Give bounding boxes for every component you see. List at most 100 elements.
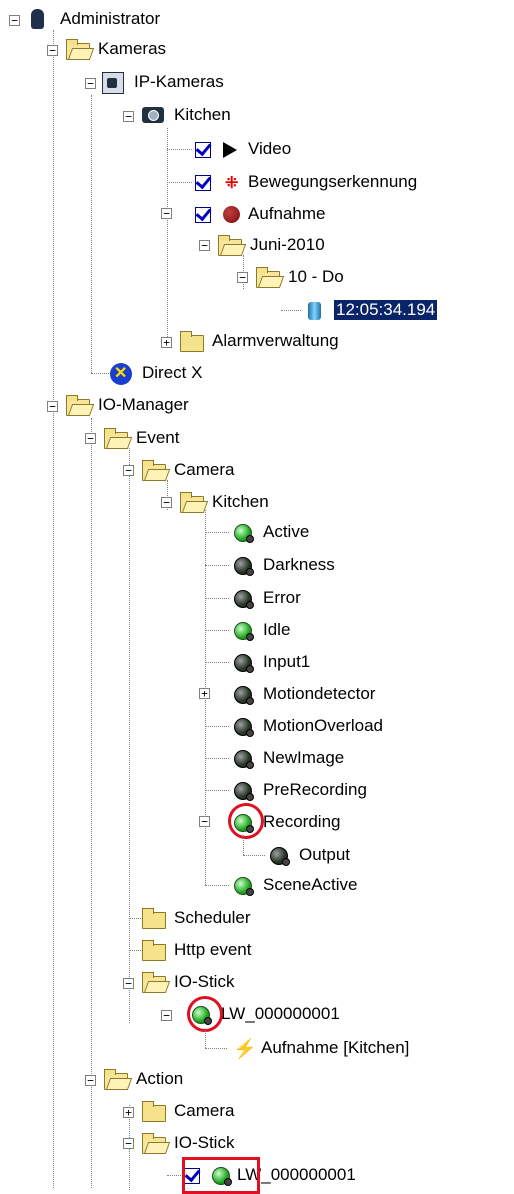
collapse-toggle[interactable]: − (85, 78, 96, 89)
node-label-selected: 12:05:34.194 (332, 299, 439, 321)
folder-open-icon (64, 37, 90, 61)
tree-node-action[interactable]: Action (102, 1065, 185, 1093)
collapse-toggle[interactable]: − (199, 816, 210, 827)
tree-node-action-io-stick[interactable]: IO-Stick (140, 1129, 236, 1157)
tree-node-action-camera[interactable]: Camera (140, 1097, 236, 1125)
checkbox-checked-icon[interactable] (192, 170, 218, 194)
status-green-icon (229, 618, 255, 642)
status-dark-icon (229, 682, 255, 706)
ip-camera-icon (100, 70, 126, 94)
node-label: Recording (263, 812, 341, 831)
motion-icon: ⁜ (225, 175, 239, 192)
tree-node-event-active[interactable]: Active (229, 518, 311, 546)
tree-node-event-error[interactable]: Error (229, 584, 303, 612)
node-label: Aufnahme [Kitchen] (261, 1038, 410, 1057)
directx-icon (108, 361, 134, 385)
folder-icon (140, 906, 166, 930)
expand-toggle[interactable]: + (161, 337, 172, 348)
collapse-toggle[interactable]: − (85, 433, 96, 444)
tree-node-directx[interactable]: Direct X (108, 359, 204, 387)
folder-open-icon (254, 265, 280, 289)
status-dark-icon (265, 843, 291, 867)
tree-node-kitchen-event[interactable]: Kitchen (178, 488, 271, 516)
tree-node-event-input1[interactable]: Input1 (229, 648, 312, 676)
tree-node-event-darkness[interactable]: Darkness (229, 551, 337, 579)
node-label: Kitchen (174, 105, 231, 124)
collapse-toggle[interactable]: − (85, 1075, 96, 1086)
status-green-icon (229, 520, 255, 544)
tree-node-aufnahme-kitchen[interactable]: ⚡ Aufnahme [Kitchen] (227, 1034, 411, 1062)
collapse-toggle[interactable]: − (123, 111, 134, 122)
tree-node-kitchen-camera[interactable]: Kitchen (140, 101, 233, 129)
node-label: Administrator (60, 9, 161, 28)
status-dark-icon (229, 586, 255, 610)
status-dark-icon (229, 746, 255, 770)
checkbox-checked-icon[interactable] (192, 137, 218, 161)
tree-node-aufnahme[interactable]: Aufnahme (192, 200, 328, 228)
tree-node-output[interactable]: Output (265, 841, 352, 869)
node-label: Active (263, 522, 310, 541)
node-label: Direct X (142, 363, 203, 382)
node-label: Kameras (98, 39, 167, 58)
node-label: IP-Kameras (134, 72, 224, 91)
tree-node-juni-2010[interactable]: Juni-2010 (216, 231, 327, 259)
camera-icon (140, 103, 166, 127)
collapse-toggle[interactable]: − (123, 978, 134, 989)
tree-node-kameras[interactable]: Kameras (64, 35, 168, 63)
node-label: Event (136, 428, 180, 447)
tree-node-event-idle[interactable]: Idle (229, 616, 292, 644)
tree-node-recording-entry[interactable]: 12:05:34.194 (302, 296, 439, 324)
tree-node-io-manager[interactable]: IO-Manager (64, 391, 191, 419)
collapse-toggle[interactable]: − (161, 497, 172, 508)
collapse-toggle[interactable]: − (123, 465, 134, 476)
status-dark-icon (229, 714, 255, 738)
collapse-toggle[interactable]: − (47, 401, 58, 412)
node-label: IO-Manager (98, 395, 189, 414)
collapse-toggle[interactable]: − (199, 240, 210, 251)
tree-node-camera[interactable]: Camera (140, 456, 236, 484)
checkbox-checked-icon[interactable] (192, 202, 218, 226)
folder-icon (140, 938, 166, 962)
node-label: Aufnahme (248, 204, 326, 223)
tree-node-event-motionoverload[interactable]: MotionOverload (229, 712, 385, 740)
expand-toggle[interactable]: + (199, 688, 210, 699)
folder-open-icon (178, 490, 204, 514)
node-label: IO-Stick (174, 1133, 235, 1152)
tree-node-io-stick[interactable]: IO-Stick (140, 968, 236, 996)
tree-node-event-prerecording[interactable]: PreRecording (229, 776, 369, 804)
node-label: SceneActive (263, 875, 358, 894)
status-dark-icon (229, 650, 255, 674)
node-label: Output (299, 845, 351, 864)
tree-node-event[interactable]: Event (102, 424, 181, 452)
status-dark-icon (229, 778, 255, 802)
collapse-toggle[interactable]: − (161, 1010, 172, 1021)
tree-node-administrator[interactable]: Administrator (26, 5, 162, 33)
tree-node-event-sceneactive[interactable]: SceneActive (229, 871, 360, 899)
collapse-toggle[interactable]: − (161, 208, 172, 219)
folder-icon (178, 329, 204, 353)
node-label: Error (263, 588, 301, 607)
expand-toggle[interactable]: + (123, 1107, 134, 1118)
collapse-toggle[interactable]: − (9, 15, 20, 26)
node-label: Alarmverwaltung (212, 331, 339, 350)
folder-open-icon (140, 458, 166, 482)
node-label: Bewegungserkennung (248, 172, 418, 191)
tree-node-event-newimage[interactable]: NewImage (229, 744, 346, 772)
highlight-box (182, 1157, 260, 1194)
node-label: Scheduler (174, 908, 251, 927)
node-label: Darkness (263, 555, 335, 574)
recording-file-icon (302, 298, 328, 322)
tree-node-scheduler[interactable]: Scheduler (140, 904, 253, 932)
collapse-toggle[interactable]: − (237, 272, 248, 283)
highlight-circle (228, 803, 264, 839)
tree-node-alarmverwaltung[interactable]: Alarmverwaltung (178, 327, 341, 355)
tree-node-day[interactable]: 10 - Do (254, 263, 346, 291)
tree-node-bewegungserkennung[interactable]: ⁜ Bewegungserkennung (192, 168, 419, 196)
node-label: PreRecording (263, 780, 367, 799)
tree-node-event-motiondetector[interactable]: Motiondetector (229, 680, 377, 708)
collapse-toggle[interactable]: − (47, 45, 58, 56)
tree-node-ip-kameras[interactable]: IP-Kameras (100, 68, 226, 96)
collapse-toggle[interactable]: − (123, 1138, 134, 1149)
tree-node-video[interactable]: Video (192, 135, 293, 163)
tree-node-http-event[interactable]: Http event (140, 936, 254, 964)
